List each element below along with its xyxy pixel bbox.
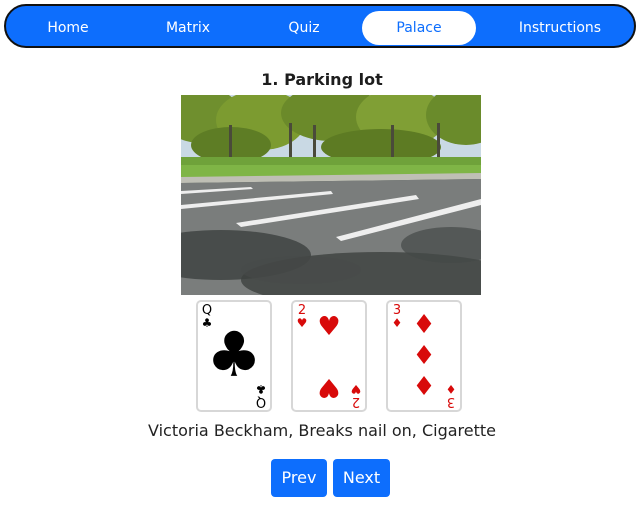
card-rank: 3 bbox=[446, 394, 456, 409]
hearts-icon: ♥ bbox=[317, 312, 341, 342]
diamonds-icon: ♦ bbox=[412, 310, 436, 340]
association-caption: Victoria Beckham, Breaks nail on, Cigare… bbox=[148, 421, 496, 440]
card-corner: 3 ♦ bbox=[444, 382, 458, 409]
playing-card-three-of-diamonds: 3 ♦ ♦ ♦ ♦ 3 ♦ bbox=[386, 300, 462, 412]
nav-item-matrix[interactable]: Matrix bbox=[134, 11, 242, 45]
nav-item-home[interactable]: Home bbox=[16, 11, 120, 45]
parking-lot-illustration bbox=[181, 95, 481, 295]
next-button[interactable]: Next bbox=[333, 459, 390, 497]
diamonds-icon: ♦ bbox=[412, 341, 436, 371]
nav-item-instructions[interactable]: Instructions bbox=[500, 11, 620, 45]
playing-card-two-of-hearts: 2 ♥ ♥ ♥ 2 ♥ bbox=[291, 300, 367, 412]
nav-bar: Home Matrix Quiz Palace Instructions bbox=[4, 4, 636, 48]
card-rank: 2 bbox=[351, 394, 361, 409]
card-suit: ♦ bbox=[445, 382, 457, 396]
top-bar: Home Matrix Quiz Palace Instructions bbox=[0, 0, 644, 56]
card-suit: ♥ bbox=[350, 382, 362, 396]
nav-item-quiz[interactable]: Quiz bbox=[254, 11, 354, 45]
card-suit: ♣ bbox=[255, 382, 267, 396]
playing-card-queen-of-clubs: Q ♣ ♣ Q ♣ bbox=[196, 300, 272, 412]
card-rank: Q bbox=[255, 394, 267, 409]
nav-item-palace[interactable]: Palace bbox=[362, 11, 476, 45]
parking-lot-photo bbox=[181, 95, 481, 295]
card-corner: Q ♣ bbox=[254, 382, 268, 409]
card-corner: 2 ♥ bbox=[349, 382, 363, 409]
location-title: 1. Parking lot bbox=[261, 70, 383, 89]
clubs-icon: ♣ bbox=[206, 318, 262, 391]
prev-button[interactable]: Prev bbox=[271, 459, 327, 497]
